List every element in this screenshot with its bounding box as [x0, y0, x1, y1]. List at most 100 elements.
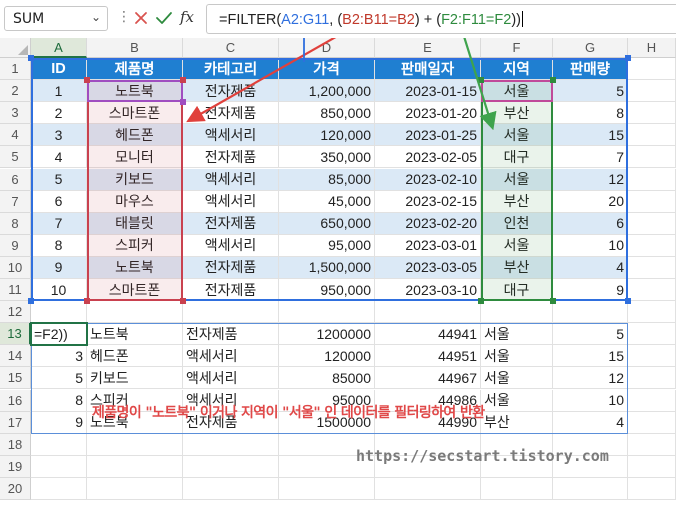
table-cell[interactable]: 헤드폰	[87, 124, 183, 147]
row-header-4[interactable]: 4	[0, 124, 31, 147]
table-cell[interactable]: 2023-02-10	[375, 168, 481, 191]
result-cell[interactable]: 액세서리	[183, 367, 279, 390]
grid-cell[interactable]	[628, 345, 676, 368]
grid-cell[interactable]	[553, 301, 628, 324]
row-header-20[interactable]: 20	[0, 477, 31, 500]
table-cell[interactable]: 85,000	[279, 168, 375, 191]
grid-cell[interactable]	[481, 477, 553, 500]
table-cell[interactable]: 3	[31, 124, 87, 147]
row-header-15[interactable]: 15	[0, 367, 31, 390]
grid-cell[interactable]	[87, 433, 183, 456]
result-cell[interactable]: 5	[553, 323, 628, 346]
table-cell[interactable]: 전자제품	[183, 102, 279, 125]
result-cell[interactable]: 서울	[481, 345, 553, 368]
row-header-3[interactable]: 3	[0, 102, 31, 125]
grid-cell[interactable]	[375, 477, 481, 500]
grid-cell[interactable]	[628, 433, 676, 456]
grid-cell[interactable]	[628, 256, 676, 279]
table-cell[interactable]: 1,500,000	[279, 256, 375, 279]
table-cell[interactable]: 스마트폰	[87, 102, 183, 125]
row-header-10[interactable]: 10	[0, 256, 31, 279]
result-cell[interactable]: 1200000	[279, 323, 375, 346]
table-cell[interactable]: 부산	[481, 256, 553, 279]
table-cell[interactable]: 부산	[481, 190, 553, 213]
grid-cell[interactable]	[628, 367, 676, 390]
table-cell[interactable]: 태블릿	[87, 212, 183, 235]
row-header-5[interactable]: 5	[0, 146, 31, 169]
table-cell[interactable]: 4	[31, 146, 87, 169]
insert-function-button[interactable]: fx	[180, 8, 194, 26]
column-header-g[interactable]: G	[553, 38, 628, 58]
name-box[interactable]: SUM ⌄	[4, 6, 108, 31]
grid-cell[interactable]	[31, 433, 87, 456]
grid-cell[interactable]	[553, 477, 628, 500]
table-cell[interactable]: 7	[31, 212, 87, 235]
result-cell[interactable]: 12	[553, 367, 628, 390]
result-cell[interactable]: 44941	[375, 323, 481, 346]
table-cell[interactable]: 1	[31, 80, 87, 103]
grid-cell[interactable]	[375, 301, 481, 324]
table-header-cell[interactable]: 지역	[481, 58, 553, 81]
table-cell[interactable]: 노트북	[87, 80, 183, 103]
grid-cell[interactable]	[628, 168, 676, 191]
table-cell[interactable]: 전자제품	[183, 256, 279, 279]
table-cell[interactable]: 서울	[481, 168, 553, 191]
table-cell[interactable]: 액세서리	[183, 234, 279, 257]
row-header-12[interactable]: 12	[0, 301, 31, 324]
grid-cell[interactable]	[31, 301, 87, 324]
result-cell[interactable]: 헤드폰	[87, 345, 183, 368]
grid-cell[interactable]	[87, 477, 183, 500]
column-header-b[interactable]: B	[87, 38, 183, 58]
table-cell[interactable]: 서울	[481, 80, 553, 103]
table-cell[interactable]: 2023-02-20	[375, 212, 481, 235]
table-cell[interactable]: 350,000	[279, 146, 375, 169]
table-cell[interactable]: 전자제품	[183, 146, 279, 169]
table-cell[interactable]: 950,000	[279, 279, 375, 302]
result-cell[interactable]: 4	[553, 411, 628, 434]
row-header-9[interactable]: 9	[0, 234, 31, 257]
table-cell[interactable]: 스마트폰	[87, 279, 183, 302]
table-cell[interactable]: 대구	[481, 279, 553, 302]
result-cell[interactable]: 키보드	[87, 367, 183, 390]
table-cell[interactable]: 650,000	[279, 212, 375, 235]
table-cell[interactable]: 10	[31, 279, 87, 302]
grid-cell[interactable]	[183, 455, 279, 478]
row-header-6[interactable]: 6	[0, 168, 31, 191]
grid-cell[interactable]	[87, 455, 183, 478]
column-header-e[interactable]: E	[375, 38, 481, 58]
row-header-7[interactable]: 7	[0, 190, 31, 213]
row-header-13[interactable]: 13	[0, 323, 31, 346]
table-cell[interactable]: 2023-01-20	[375, 102, 481, 125]
table-cell[interactable]: 스피커	[87, 234, 183, 257]
result-cell[interactable]: 부산	[481, 411, 553, 434]
table-cell[interactable]: 키보드	[87, 168, 183, 191]
grid-cell[interactable]	[628, 411, 676, 434]
grid-cell[interactable]	[628, 389, 676, 412]
table-cell[interactable]: 대구	[481, 146, 553, 169]
result-cell[interactable]: 85000	[279, 367, 375, 390]
grid-cell[interactable]	[628, 146, 676, 169]
grid-cell[interactable]	[31, 455, 87, 478]
table-cell[interactable]: 5	[31, 168, 87, 191]
grid-cell[interactable]	[183, 301, 279, 324]
result-cell[interactable]: 서울	[481, 323, 553, 346]
result-cell[interactable]: 44967	[375, 367, 481, 390]
table-cell[interactable]: 액세서리	[183, 168, 279, 191]
table-cell[interactable]: 45,000	[279, 190, 375, 213]
select-all-button[interactable]	[0, 38, 31, 58]
grid-cell[interactable]	[628, 279, 676, 302]
result-cell[interactable]: 전자제품	[183, 323, 279, 346]
table-cell[interactable]: 6	[553, 212, 628, 235]
table-cell[interactable]: 9	[553, 279, 628, 302]
table-cell[interactable]: 인천	[481, 212, 553, 235]
grid-cell[interactable]	[279, 477, 375, 500]
grid-cell[interactable]	[628, 477, 676, 500]
row-header-8[interactable]: 8	[0, 212, 31, 235]
table-cell[interactable]: 1,200,000	[279, 80, 375, 103]
table-cell[interactable]: 5	[553, 80, 628, 103]
row-header-17[interactable]: 17	[0, 411, 31, 434]
table-cell[interactable]: 전자제품	[183, 279, 279, 302]
table-cell[interactable]: 부산	[481, 102, 553, 125]
grid-cell[interactable]	[279, 301, 375, 324]
table-cell[interactable]: 120,000	[279, 124, 375, 147]
